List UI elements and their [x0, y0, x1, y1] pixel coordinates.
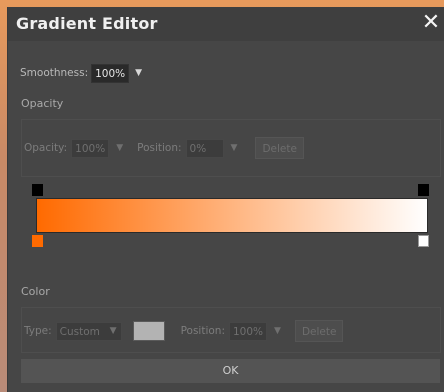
opacity-position-label: Position: [137, 142, 182, 154]
dialog-title: Gradient Editor [16, 14, 158, 33]
color-position-field[interactable]: 100% [229, 321, 268, 341]
smoothness-field[interactable]: 100% [91, 63, 130, 83]
smoothness-dropdown-icon[interactable]: ▼ [135, 68, 142, 78]
opacity-field[interactable]: 100% [71, 138, 110, 158]
color-delete-button[interactable]: Delete [294, 320, 344, 342]
color-stop-start[interactable] [32, 235, 43, 247]
type-label: Type: [24, 325, 52, 337]
color-stop-end[interactable] [418, 235, 429, 247]
close-icon[interactable]: ✕ [419, 10, 443, 36]
type-dropdown-icon[interactable]: ▼ [110, 326, 117, 336]
gradient-editor-dialog: Gradient Editor ✕ Smoothness: 100% ▼ Opa… [7, 7, 444, 392]
gradient-preview[interactable] [36, 198, 428, 233]
opacity-delete-button[interactable]: Delete [255, 137, 304, 159]
opacity-controls: Opacity: 100% ▼ Position: 0% ▼ Delete [24, 137, 304, 159]
color-section-title: Color [21, 285, 50, 298]
ok-button[interactable]: OK [21, 359, 440, 383]
opacity-stop-end[interactable] [418, 184, 429, 196]
color-swatch[interactable] [132, 321, 165, 341]
smoothness-row: Smoothness: 100% ▼ [20, 63, 142, 83]
color-position-label: Position: [180, 325, 225, 337]
opacity-dropdown-icon[interactable]: ▼ [116, 143, 123, 153]
opacity-section-title: Opacity [21, 97, 64, 110]
color-position-dropdown-icon[interactable]: ▼ [274, 326, 281, 336]
opacity-position-field[interactable]: 0% [185, 138, 224, 158]
opacity-position-dropdown-icon[interactable]: ▼ [231, 143, 238, 153]
opacity-label: Opacity: [24, 142, 68, 154]
title-bar[interactable]: Gradient Editor ✕ [8, 7, 444, 41]
opacity-stop-start[interactable] [32, 184, 43, 196]
smoothness-label: Smoothness: [20, 67, 89, 79]
color-controls: Type: Custom ▼ Position: 100% ▼ Delete [24, 320, 344, 342]
